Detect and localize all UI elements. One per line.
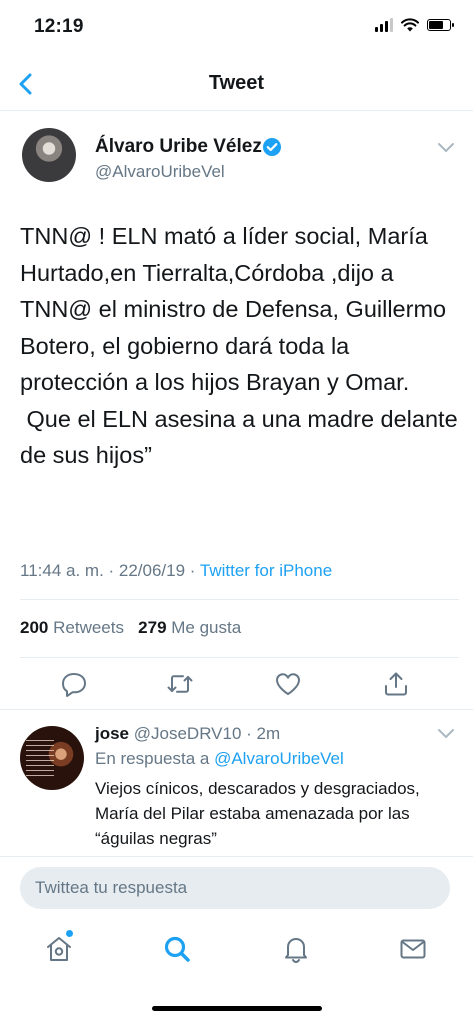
reply-avatar[interactable]: [20, 726, 84, 790]
tweet-header: Álvaro Uribe Vélez @AlvaroUribeVel: [0, 122, 473, 202]
author-handle[interactable]: @AlvaroUribeVel: [95, 162, 225, 182]
nav-bar: Tweet: [0, 58, 473, 111]
wifi-icon: [401, 18, 419, 32]
retweets-count[interactable]: 200: [20, 618, 48, 637]
tab-bar: [0, 920, 473, 1024]
likes-count[interactable]: 279: [138, 618, 166, 637]
status-time: 12:19: [34, 16, 84, 37]
share-icon[interactable]: [382, 670, 410, 698]
tweet-stats: 200 Retweets 279 Me gusta: [20, 618, 241, 638]
home-indicator: [152, 1006, 322, 1011]
divider: [20, 599, 459, 600]
in-reply-to-label: En respuesta a: [95, 749, 215, 768]
in-reply-to: En respuesta a @AlvaroUribeVel: [95, 749, 344, 769]
unread-dot: [66, 930, 73, 937]
verified-badge-icon: [263, 138, 281, 156]
battery-level: [429, 21, 443, 29]
retweet-icon[interactable]: [166, 670, 194, 698]
in-reply-to-mention[interactable]: @AlvaroUribeVel: [214, 749, 344, 768]
compose-bar: Twittea tu respuesta: [0, 856, 473, 921]
reply-author-handle[interactable]: @JoseDRV10 · 2m: [134, 724, 280, 743]
chevron-down-icon[interactable]: [437, 728, 455, 740]
notifications-icon[interactable]: [281, 934, 311, 964]
likes-label[interactable]: Me gusta: [171, 618, 241, 637]
tweet-meta: 11:44 a. m. · 22/06/19 · Twitter for iPh…: [20, 561, 332, 581]
messages-icon[interactable]: [398, 934, 428, 964]
author-avatar[interactable]: [22, 128, 76, 182]
reply-text: Viejos cínicos, descarados y desgraciado…: [95, 779, 425, 848]
tweet-source-link[interactable]: Twitter for iPhone: [200, 561, 332, 580]
tweet-text: TNN@ ! ELN mató a líder social, María Hu…: [20, 223, 458, 468]
reply-input[interactable]: Twittea tu respuesta: [20, 867, 450, 909]
author-name[interactable]: Álvaro Uribe Vélez: [95, 136, 262, 158]
search-icon[interactable]: [162, 934, 192, 964]
page-title: Tweet: [208, 72, 265, 94]
chevron-down-icon[interactable]: [437, 142, 455, 154]
tweet-timestamp: 11:44 a. m. · 22/06/19 ·: [20, 561, 200, 580]
reply-header: jose @JoseDRV10 · 2m: [95, 724, 280, 744]
status-icons: [375, 18, 454, 32]
divider: [0, 709, 473, 710]
retweets-label[interactable]: Retweets: [53, 618, 124, 637]
tweet-actions: [0, 664, 473, 704]
reply-author-name[interactable]: jose: [95, 724, 129, 743]
home-icon[interactable]: [44, 934, 74, 964]
signal-icon: [375, 18, 393, 32]
like-icon[interactable]: [274, 670, 302, 698]
reply-tweet[interactable]: jose @JoseDRV10 · 2m En respuesta a @Alv…: [0, 712, 473, 856]
status-bar: 12:19: [0, 0, 473, 58]
reply-icon[interactable]: [60, 670, 88, 698]
divider: [20, 657, 459, 658]
battery-icon: [427, 19, 454, 31]
